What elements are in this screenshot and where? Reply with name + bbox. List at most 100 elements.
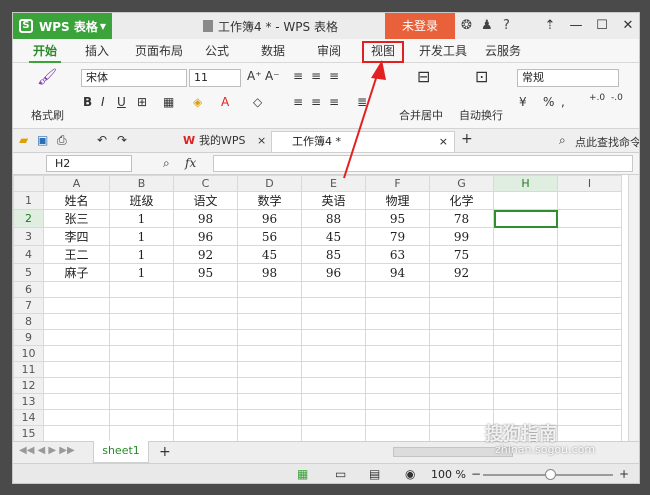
cell[interactable] xyxy=(557,345,622,362)
cell[interactable] xyxy=(237,345,302,362)
page-layout-view-icon[interactable]: ▭ xyxy=(335,467,346,481)
cell[interactable] xyxy=(109,425,174,441)
cell[interactable] xyxy=(173,361,238,378)
tab-cloud[interactable]: 云服务 xyxy=(479,39,527,63)
cell[interactable] xyxy=(557,425,622,441)
tab-start[interactable]: 开始 xyxy=(21,39,69,63)
cell[interactable] xyxy=(429,377,494,394)
cell[interactable]: 王二 xyxy=(43,245,110,264)
cell[interactable] xyxy=(365,313,430,330)
close-icon[interactable]: × xyxy=(257,134,266,147)
cell[interactable]: 63 xyxy=(365,245,430,264)
cell[interactable] xyxy=(429,393,494,410)
cell[interactable]: 99 xyxy=(429,227,494,246)
cell[interactable]: 语文 xyxy=(173,191,238,210)
cell[interactable]: 96 xyxy=(301,263,366,282)
zoom-slider-knob[interactable] xyxy=(545,469,556,480)
cell[interactable] xyxy=(43,393,110,410)
cell[interactable] xyxy=(43,361,110,378)
cell[interactable] xyxy=(365,409,430,426)
tab-insert[interactable]: 插入 xyxy=(73,39,121,63)
redo-icon[interactable]: ↷ xyxy=(117,133,127,147)
cell[interactable] xyxy=(237,313,302,330)
sheet-tab-sheet1[interactable]: sheet1 xyxy=(93,441,149,463)
cell[interactable] xyxy=(557,313,622,330)
cell[interactable]: 化学 xyxy=(429,191,494,210)
cell[interactable]: 78 xyxy=(429,209,494,228)
tab-formula[interactable]: 公式 xyxy=(197,39,237,63)
italic-icon[interactable]: I xyxy=(101,95,105,109)
clear-icon[interactable]: ◇ xyxy=(253,95,262,109)
tab-developer[interactable]: 开发工具 xyxy=(413,39,473,63)
column-header[interactable]: I xyxy=(557,175,622,192)
cell[interactable] xyxy=(365,329,430,346)
cell[interactable] xyxy=(237,281,302,298)
row-header[interactable]: 1 xyxy=(13,191,44,210)
cell[interactable] xyxy=(237,297,302,314)
currency-icon[interactable]: ¥ xyxy=(519,95,527,109)
cell[interactable] xyxy=(173,345,238,362)
format-painter-icon[interactable]: 🖌 xyxy=(37,67,57,86)
save-icon[interactable]: ▣ xyxy=(37,133,48,147)
page-break-view-icon[interactable]: ▤ xyxy=(369,467,380,481)
cell[interactable] xyxy=(301,345,366,362)
cell[interactable] xyxy=(365,345,430,362)
percent-icon[interactable]: % xyxy=(543,95,554,109)
cell[interactable]: 1 xyxy=(109,245,174,264)
cell[interactable] xyxy=(557,281,622,298)
cell[interactable] xyxy=(557,191,622,210)
increase-font-icon[interactable]: A⁺ xyxy=(247,69,262,83)
minimize-button[interactable]: — xyxy=(563,13,589,39)
search-commands[interactable]: 点此查找命令 xyxy=(575,134,639,150)
row-header[interactable]: 7 xyxy=(13,297,44,314)
cell[interactable]: 94 xyxy=(365,263,430,282)
column-header[interactable]: H xyxy=(493,175,558,192)
row-header[interactable]: 14 xyxy=(13,409,44,426)
cell[interactable] xyxy=(493,393,558,410)
cell[interactable] xyxy=(301,361,366,378)
cell[interactable] xyxy=(429,409,494,426)
cell[interactable] xyxy=(43,281,110,298)
formula-input[interactable] xyxy=(213,155,633,172)
search-icon[interactable]: ⌕ xyxy=(559,133,566,148)
zoom-icon[interactable]: ⌕ xyxy=(163,156,170,171)
number-format-select[interactable]: 常规 xyxy=(517,69,619,87)
align-right-icon[interactable]: ≡ xyxy=(329,95,339,109)
align-top-icon[interactable]: ≡ xyxy=(293,69,303,83)
cell[interactable] xyxy=(109,345,174,362)
add-sheet-icon[interactable]: + xyxy=(159,444,171,460)
cell[interactable] xyxy=(493,345,558,362)
cell[interactable] xyxy=(237,361,302,378)
cell[interactable] xyxy=(365,281,430,298)
reading-mode-icon[interactable]: ◉ xyxy=(405,467,415,481)
row-header[interactable]: 13 xyxy=(13,393,44,410)
skin-icon[interactable]: ❂ xyxy=(461,18,472,33)
cell[interactable] xyxy=(493,361,558,378)
row-header[interactable]: 4 xyxy=(13,245,44,264)
app-menu-button[interactable]: S WPS 表格 ▼ xyxy=(13,13,112,39)
cell[interactable]: 85 xyxy=(301,245,366,264)
cell[interactable]: 88 xyxy=(301,209,366,228)
tab-data[interactable]: 数据 xyxy=(251,39,295,63)
cell[interactable] xyxy=(301,281,366,298)
print-preview-icon[interactable]: ⎙ xyxy=(57,133,67,148)
cell[interactable] xyxy=(365,297,430,314)
bold-icon[interactable]: B xyxy=(83,95,92,109)
cell[interactable] xyxy=(173,393,238,410)
cell[interactable] xyxy=(365,393,430,410)
vertical-scrollbar[interactable] xyxy=(628,175,639,441)
cell[interactable]: 95 xyxy=(365,209,430,228)
font-size-select[interactable]: 11 xyxy=(189,69,241,87)
underline-icon[interactable]: U xyxy=(117,95,126,109)
name-box[interactable]: H2 xyxy=(46,155,132,172)
decrease-font-icon[interactable]: A⁻ xyxy=(265,69,280,83)
cell[interactable]: 李四 xyxy=(43,227,110,246)
cell[interactable] xyxy=(557,409,622,426)
cell[interactable] xyxy=(43,313,110,330)
cell[interactable] xyxy=(109,313,174,330)
cell[interactable]: 95 xyxy=(173,263,238,282)
cell[interactable] xyxy=(301,409,366,426)
align-center-icon[interactable]: ≡ xyxy=(311,95,321,109)
open-icon[interactable]: ▰ xyxy=(19,133,28,147)
column-header[interactable]: A xyxy=(43,175,110,192)
